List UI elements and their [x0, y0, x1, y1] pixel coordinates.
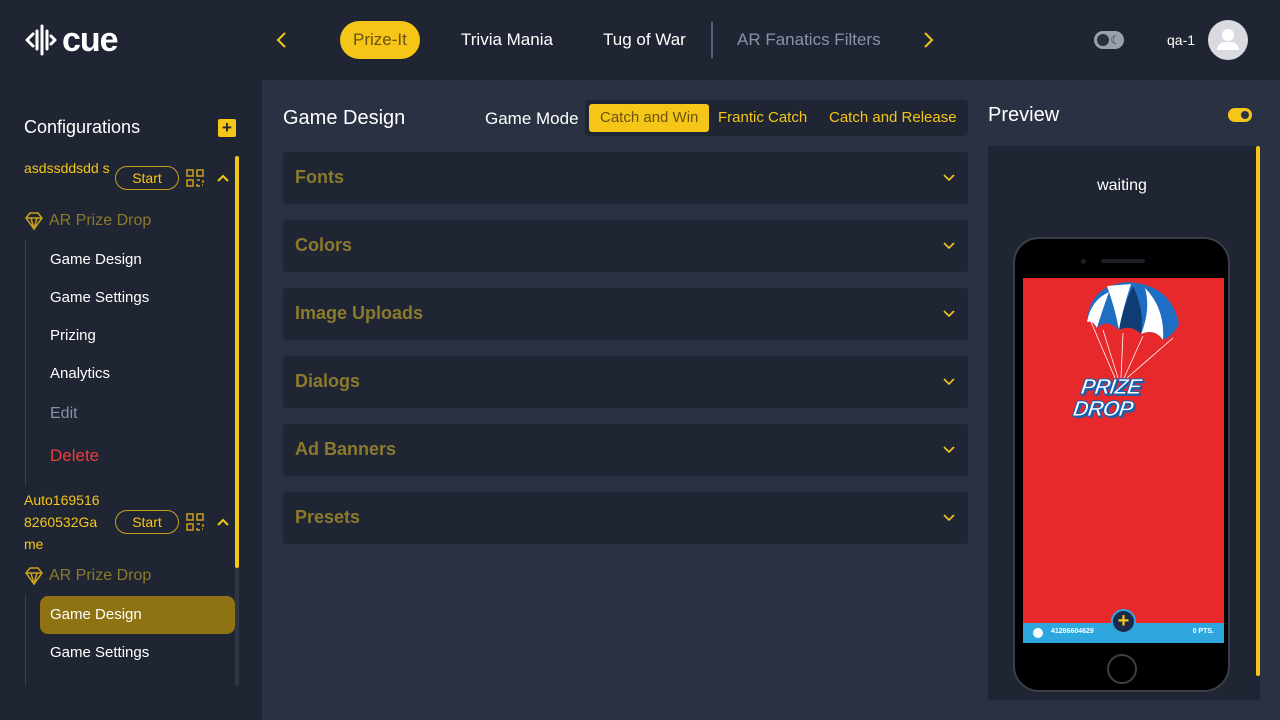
- nav-divider: [711, 22, 713, 58]
- chevron-down-icon: [943, 310, 955, 318]
- menu-game-settings[interactable]: Game Settings: [50, 643, 149, 663]
- qr-code-icon[interactable]: [185, 168, 205, 188]
- game-type-label: AR Prize Drop: [49, 212, 152, 229]
- game-mode-selector: Catch and Win Frantic Catch Catch and Re…: [585, 100, 968, 136]
- moon-icon: ☾: [1110, 33, 1121, 47]
- phone-mockup: PRIZE DROP 41286604629 0 PTS. +: [1013, 237, 1230, 692]
- theme-toggle[interactable]: ☾: [1094, 31, 1124, 49]
- chevron-down-icon: [943, 378, 955, 386]
- config-name[interactable]: Auto169516 8260532Ga me: [24, 489, 110, 555]
- menu-game-design[interactable]: Game Design: [50, 250, 142, 270]
- start-button[interactable]: Start: [115, 510, 179, 534]
- toggle-knob: [1097, 34, 1109, 46]
- top-header: cue Prize-It Trivia Mania Tug of War AR …: [0, 0, 1280, 80]
- logo-drop-text: DROP: [1071, 396, 1135, 422]
- configurations-title: Configurations: [24, 117, 141, 137]
- start-button[interactable]: Start: [115, 166, 179, 190]
- menu-prizing[interactable]: Prizing: [50, 326, 96, 346]
- info-icon[interactable]: [1033, 628, 1043, 638]
- sidebar-scrollbar-thumb[interactable]: [235, 156, 239, 568]
- nav-prev-arrow-icon[interactable]: [270, 28, 294, 52]
- game-type-label: AR Prize Drop: [49, 567, 152, 584]
- tab-prize-it[interactable]: Prize-It: [340, 21, 420, 59]
- menu-game-design-active[interactable]: Game Design: [50, 605, 142, 625]
- phone-speaker: [1101, 259, 1145, 263]
- mode-catch-and-release[interactable]: Catch and Release: [829, 104, 957, 132]
- accordion-colors[interactable]: Colors: [283, 220, 968, 272]
- accordion-presets[interactable]: Presets: [283, 492, 968, 544]
- diamond-icon: [25, 212, 43, 230]
- menu-game-settings[interactable]: Game Settings: [50, 288, 149, 308]
- tree-line: [25, 595, 26, 685]
- accordion-label: Presets: [295, 507, 361, 527]
- main-panel: Game Design Game Mode Catch and Win Fran…: [262, 80, 1280, 720]
- user-name: qa-1: [1167, 32, 1196, 48]
- mode-frantic-catch[interactable]: Frantic Catch: [718, 104, 807, 132]
- tab-ar-fanatics-filters[interactable]: AR Fanatics Filters: [737, 21, 881, 59]
- diamond-icon: [25, 567, 43, 585]
- collapse-chevron-icon[interactable]: [215, 514, 231, 530]
- mode-catch-and-win[interactable]: Catch and Win: [589, 104, 710, 132]
- user-icon: [1217, 29, 1239, 50]
- menu-delete[interactable]: Delete: [50, 446, 99, 466]
- accordion-fonts[interactable]: Fonts: [283, 152, 968, 204]
- preview-status: waiting: [1097, 177, 1147, 194]
- tab-tug-of-war[interactable]: Tug of War: [603, 21, 686, 59]
- phone-screen: PRIZE DROP 41286604629 0 PTS. +: [1023, 278, 1224, 643]
- game-mode-label: Game Mode: [485, 109, 579, 128]
- chevron-down-icon: [943, 514, 955, 522]
- toggle-knob: [1241, 111, 1249, 119]
- accordion-dialogs[interactable]: Dialogs: [283, 356, 968, 408]
- menu-edit[interactable]: Edit: [50, 404, 78, 424]
- preview-panel: waiting PRIZE DROP 41286604629 0 PTS. +: [988, 146, 1260, 700]
- plus-icon[interactable]: +: [1111, 609, 1136, 634]
- add-configuration-button[interactable]: +: [218, 119, 236, 137]
- preview-scrollbar[interactable]: [1256, 146, 1260, 676]
- accordion-label: Image Uploads: [295, 303, 424, 323]
- points-display: 0 PTS.: [1192, 628, 1214, 635]
- tree-line: [25, 240, 26, 485]
- chevron-down-icon: [943, 446, 955, 454]
- accordion-label: Ad Banners: [295, 439, 397, 459]
- logo-text: cue: [62, 21, 119, 59]
- sound-wave-icon: [25, 24, 57, 56]
- page-title: Game Design: [283, 107, 406, 129]
- player-id: 41286604629: [1051, 628, 1094, 635]
- accordion-image-uploads[interactable]: Image Uploads: [283, 288, 968, 340]
- game-type: AR Prize Drop: [24, 565, 151, 587]
- qr-code-icon[interactable]: [185, 512, 205, 532]
- collapse-chevron-icon[interactable]: [215, 170, 231, 186]
- preview-toggle[interactable]: [1228, 108, 1252, 122]
- accordion-label: Fonts: [295, 167, 344, 187]
- nav-next-arrow-icon[interactable]: [916, 28, 940, 52]
- preview-title: Preview: [988, 104, 1060, 126]
- chevron-down-icon: [943, 174, 955, 182]
- game-type: AR Prize Drop: [24, 210, 151, 232]
- tab-trivia-mania[interactable]: Trivia Mania: [461, 21, 553, 59]
- accordion-label: Dialogs: [295, 371, 361, 391]
- avatar[interactable]: [1208, 20, 1248, 60]
- sidebar: Configurations + asdssddsdd s Start AR P…: [0, 80, 262, 720]
- accordion-label: Colors: [295, 235, 353, 255]
- cue-logo[interactable]: cue: [24, 21, 119, 59]
- config-name[interactable]: asdssddsdd s: [24, 157, 110, 179]
- chevron-down-icon: [943, 242, 955, 250]
- menu-analytics[interactable]: Analytics: [50, 364, 110, 384]
- accordion-ad-banners[interactable]: Ad Banners: [283, 424, 968, 476]
- phone-home-button: [1107, 654, 1137, 684]
- phone-camera: [1081, 259, 1086, 264]
